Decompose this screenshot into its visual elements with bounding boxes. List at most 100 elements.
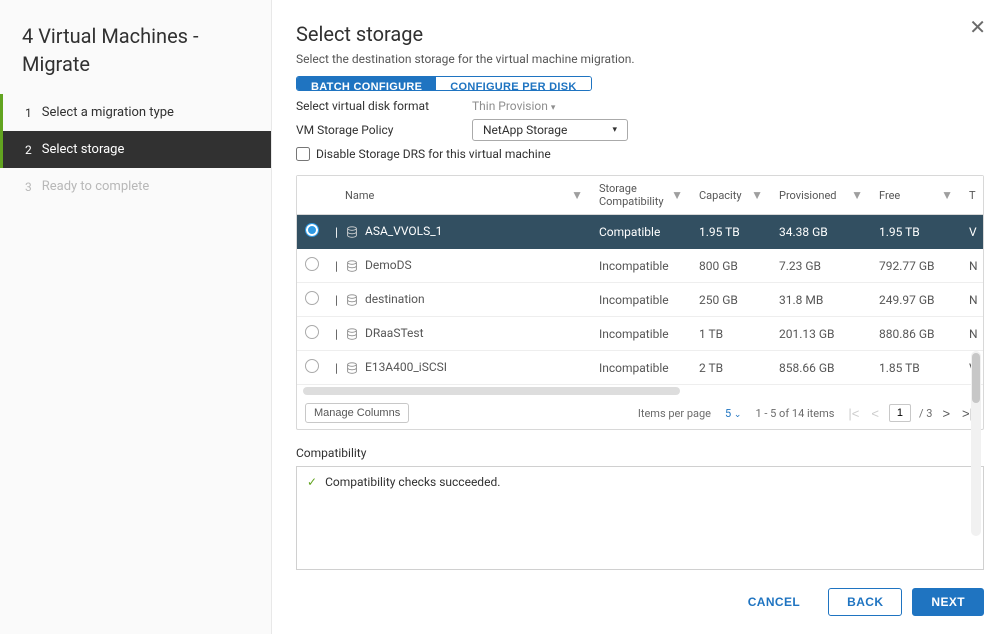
disk-format-value[interactable]: Thin Provision ▾	[472, 99, 555, 113]
filter-icon[interactable]: ▼	[851, 188, 863, 202]
capacity-cell: 1.95 TB	[691, 215, 771, 249]
provisioned-cell: 201.13 GB	[771, 317, 871, 351]
step-num: 1	[25, 106, 32, 120]
vertical-scrollbar[interactable]	[971, 351, 981, 536]
total-pages: / 3	[919, 407, 932, 420]
checkmark-icon: ✓	[307, 475, 317, 489]
col-capacity: Capacity▼	[691, 176, 771, 215]
row-radio[interactable]	[305, 291, 319, 305]
configure-mode-tabs: BATCH CONFIGURE CONFIGURE PER DISK	[296, 76, 592, 91]
compat-cell: Incompatible	[591, 317, 691, 351]
row-radio[interactable]	[305, 359, 319, 373]
col-compat: Storage Compatibility▼	[591, 176, 691, 215]
col-free: Free▼	[871, 176, 961, 215]
page-number-input[interactable]	[889, 404, 911, 422]
compatibility-message: Compatibility checks succeeded.	[325, 475, 500, 489]
row-radio[interactable]	[305, 257, 319, 271]
page-title: Select storage	[296, 22, 984, 46]
next-button[interactable]: NEXT	[912, 588, 984, 616]
horizontal-scrollbar[interactable]	[303, 387, 680, 395]
free-cell: 880.86 GB	[871, 317, 961, 351]
datastore-name-cell: DemoDS	[337, 249, 591, 283]
compat-cell: Incompatible	[591, 283, 691, 317]
datastore-table: Name▼ Storage Compatibility▼ Capacity▼ P…	[296, 175, 984, 430]
wizard-step-2[interactable]: 2 Select storage	[0, 131, 271, 168]
table-row[interactable]: |E13A400_iSCSIIncompatible2 TB858.66 GB1…	[297, 351, 983, 385]
page-subtitle: Select the destination storage for the v…	[296, 52, 984, 66]
cancel-button[interactable]: CANCEL	[730, 588, 818, 616]
datastore-name-cell: ASA_VVOLS_1	[337, 215, 591, 249]
capacity-cell: 1 TB	[691, 317, 771, 351]
trailing-cell: N	[961, 249, 983, 283]
free-cell: 792.77 GB	[871, 249, 961, 283]
datastore-icon	[345, 259, 359, 273]
compat-cell: Incompatible	[591, 351, 691, 385]
provisioned-cell: 31.8 MB	[771, 283, 871, 317]
trailing-cell: N	[961, 317, 983, 351]
storage-policy-dropdown[interactable]: NetApp Storage ▾	[472, 119, 628, 141]
table-row[interactable]: |DRaaSTestIncompatible1 TB201.13 GB880.8…	[297, 317, 983, 351]
col-more: T	[961, 176, 983, 215]
datastore-icon	[345, 225, 359, 239]
row-radio[interactable]	[305, 223, 319, 237]
capacity-cell: 250 GB	[691, 283, 771, 317]
table-row[interactable]: |destinationIncompatible250 GB31.8 MB249…	[297, 283, 983, 317]
datastore-icon	[345, 327, 359, 341]
wizard-step-1[interactable]: 1 Select a migration type	[0, 94, 271, 131]
compat-cell: Incompatible	[591, 249, 691, 283]
filter-icon[interactable]: ▼	[571, 188, 583, 202]
table-row[interactable]: |DemoDSIncompatible800 GB7.23 GB792.77 G…	[297, 249, 983, 283]
close-button[interactable]: ✕	[969, 18, 986, 38]
datastore-name-cell: destination	[337, 283, 591, 317]
wizard-sidebar: 4 Virtual Machines - Migrate 1 Select a …	[0, 0, 272, 634]
compatibility-heading: Compatibility	[296, 446, 984, 460]
items-per-page-select[interactable]: 5 ⌄	[723, 407, 743, 420]
col-provisioned: Provisioned▼	[771, 176, 871, 215]
storage-policy-label: VM Storage Policy	[296, 123, 472, 137]
compat-cell: Compatible	[591, 215, 691, 249]
row-radio[interactable]	[305, 325, 319, 339]
datastore-icon	[345, 361, 359, 375]
wizard-step-3: 3 Ready to complete	[0, 168, 271, 205]
compatibility-panel: ✓ Compatibility checks succeeded.	[296, 466, 984, 570]
datastore-name-cell: DRaaSTest	[337, 317, 591, 351]
provisioned-cell: 34.38 GB	[771, 215, 871, 249]
first-page-button[interactable]: |<	[846, 406, 861, 421]
step-label: Select storage	[42, 142, 125, 157]
free-cell: 1.85 TB	[871, 351, 961, 385]
manage-columns-button[interactable]: Manage Columns	[305, 403, 409, 423]
step-num: 3	[25, 180, 32, 194]
datastore-icon	[345, 293, 359, 307]
pagination-range: 1 - 5 of 14 items	[755, 407, 834, 420]
tab-batch-configure[interactable]: BATCH CONFIGURE	[297, 77, 436, 90]
trailing-cell: V	[961, 215, 983, 249]
back-button[interactable]: BACK	[828, 588, 902, 616]
filter-icon[interactable]: ▼	[751, 188, 763, 202]
step-label: Select a migration type	[42, 105, 174, 120]
capacity-cell: 800 GB	[691, 249, 771, 283]
next-page-button[interactable]: >	[940, 406, 952, 421]
chevron-down-icon: ⌄	[734, 410, 742, 420]
disable-drs-checkbox[interactable]	[296, 147, 310, 161]
close-icon: ✕	[969, 17, 986, 39]
step-num: 2	[25, 143, 32, 157]
disk-format-label: Select virtual disk format	[296, 99, 472, 113]
tab-configure-per-disk[interactable]: CONFIGURE PER DISK	[436, 77, 590, 90]
step-label: Ready to complete	[42, 179, 150, 194]
trailing-cell: N	[961, 283, 983, 317]
chevron-down-icon: ▾	[551, 103, 556, 113]
free-cell: 1.95 TB	[871, 215, 961, 249]
filter-icon[interactable]: ▼	[671, 188, 683, 202]
datastore-name-cell: E13A400_iSCSI	[337, 351, 591, 385]
provisioned-cell: 858.66 GB	[771, 351, 871, 385]
col-name: Name▼	[337, 176, 591, 215]
filter-icon[interactable]: ▼	[941, 188, 953, 202]
chevron-down-icon: ▾	[612, 125, 617, 135]
items-per-page-label: Items per page	[638, 407, 711, 420]
table-row[interactable]: |ASA_VVOLS_1Compatible1.95 TB34.38 GB1.9…	[297, 215, 983, 249]
capacity-cell: 2 TB	[691, 351, 771, 385]
main-panel: ✕ Select storage Select the destination …	[272, 0, 1008, 634]
prev-page-button[interactable]: <	[869, 406, 881, 421]
disable-drs-label: Disable Storage DRS for this virtual mac…	[316, 147, 551, 161]
provisioned-cell: 7.23 GB	[771, 249, 871, 283]
